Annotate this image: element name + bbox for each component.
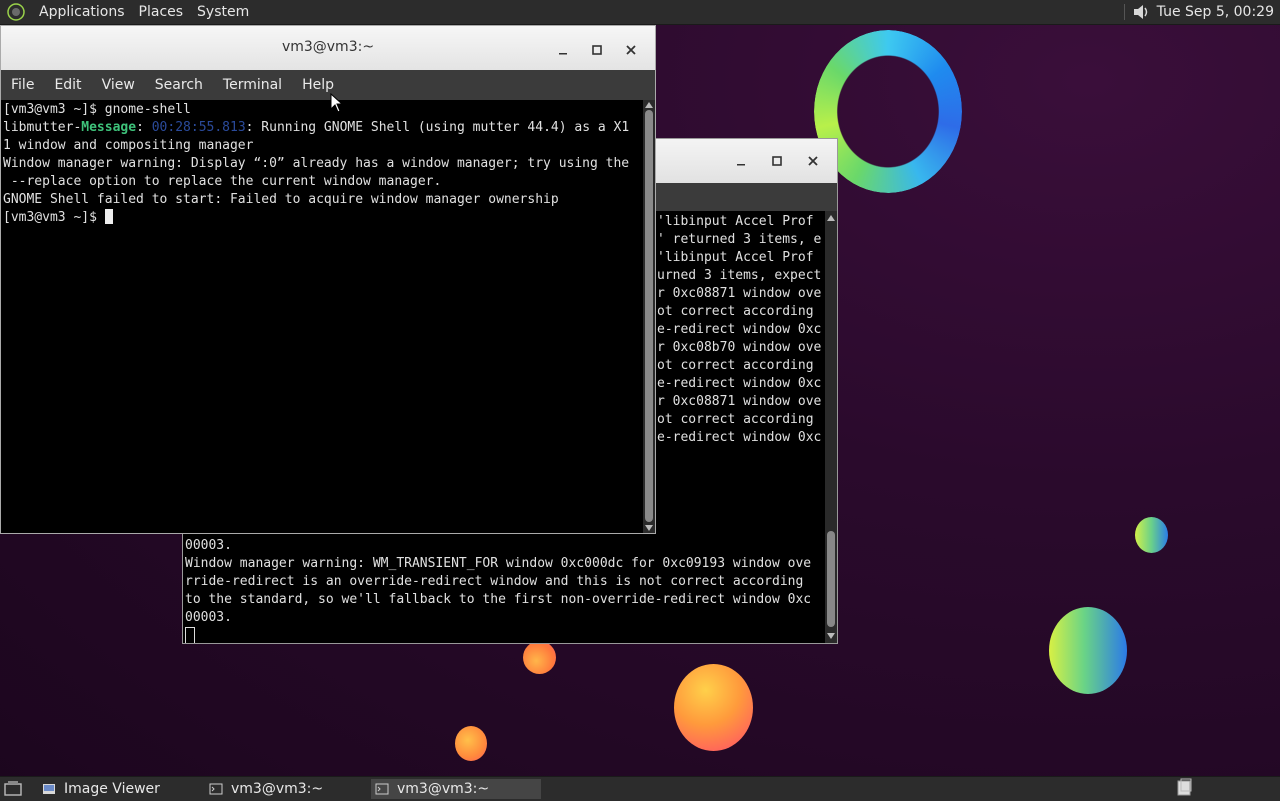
close-button[interactable] [799, 147, 827, 175]
terminal-line: rride-redirect is an override-redirect w… [185, 574, 804, 589]
terminal-line: 'libinput Accel Prof [657, 214, 814, 229]
mouse-pointer-icon [330, 93, 344, 113]
bottom-taskbar: Image Viewer vm3@vm3:~ vm3@vm3:~ [0, 776, 1280, 801]
terminal-line: 00003. [185, 538, 232, 553]
taskbar-item-label: Image Viewer [64, 781, 160, 797]
taskbar-item-label: vm3@vm3:~ [231, 781, 324, 797]
panel-separator [1123, 4, 1125, 20]
terminal-line: GNOME Shell failed to start: Failed to a… [3, 192, 559, 207]
taskbar-item-label: vm3@vm3:~ [397, 781, 490, 797]
gnome-foot-icon[interactable] [6, 2, 26, 22]
scroll-down-icon[interactable] [825, 631, 837, 641]
workspace-switcher-icon[interactable] [1175, 778, 1195, 798]
log-timestamp: 00:28:55.813 [151, 120, 246, 135]
terminal-line: libmutter-Message: 00:28:55.813: Running… [3, 119, 643, 137]
front-terminal-output[interactable]: [vm3@vm3 ~]$ gnome-shell libmutter-Messa… [3, 101, 643, 531]
taskbar-item-image-viewer[interactable]: Image Viewer [38, 779, 202, 799]
menu-terminal[interactable]: Terminal [213, 70, 292, 100]
terminal-line: 00003. [185, 610, 232, 625]
terminal-line: ot correct according [657, 304, 814, 319]
terminal-line: e-redirect window 0xc [657, 376, 822, 391]
menu-edit[interactable]: Edit [44, 70, 91, 100]
log-level: Message [81, 120, 137, 135]
minimize-button[interactable] [549, 36, 577, 64]
scrollbar-thumb[interactable] [645, 110, 653, 522]
scroll-down-icon[interactable] [643, 523, 655, 533]
menu-file[interactable]: File [1, 70, 44, 100]
close-icon [808, 156, 818, 166]
places-menu[interactable]: Places [132, 0, 191, 24]
terminal-icon [375, 783, 389, 795]
back-terminal-scrollbar[interactable] [825, 211, 837, 643]
terminal-line: e-redirect window 0xc [657, 430, 822, 445]
scrollbar-thumb[interactable] [827, 531, 835, 627]
terminal-line: ot correct according [657, 358, 814, 373]
log-sep: : [136, 120, 152, 135]
terminal-line: ot correct according [657, 412, 814, 427]
maximize-button[interactable] [763, 147, 791, 175]
terminal-cursor [185, 627, 195, 643]
applications-menu[interactable]: Applications [32, 0, 132, 24]
terminal-line: --replace option to replace the current … [3, 174, 442, 189]
wallpaper-sphere [1135, 517, 1168, 553]
window-controls [727, 147, 827, 175]
scroll-up-icon[interactable] [643, 100, 655, 110]
menu-view[interactable]: View [92, 70, 145, 100]
top-panel: Applications Places System Tue Sep 5, 00… [0, 0, 1280, 25]
show-desktop-icon[interactable] [2, 779, 24, 799]
terminal-line: ' returned 3 items, e [657, 232, 822, 247]
log-prefix: libmutter- [3, 120, 82, 135]
close-icon [626, 45, 636, 55]
terminal-line: e-redirect window 0xc [657, 322, 822, 337]
panel-menu: Applications Places System [0, 0, 256, 24]
clock[interactable]: Tue Sep 5, 00:29 [1151, 4, 1280, 20]
front-terminal-window[interactable]: vm3@vm3:~ File Edit View Search Terminal… [0, 25, 656, 534]
terminal-icon [209, 783, 223, 795]
maximize-icon [772, 156, 782, 166]
terminal-prompt-line: [vm3@vm3 ~]$ [3, 209, 643, 227]
terminal-line: urned 3 items, expect [657, 268, 822, 283]
front-terminal-menubar: File Edit View Search Terminal Help [1, 70, 655, 100]
minimize-icon [559, 53, 567, 55]
front-terminal-titlebar[interactable]: vm3@vm3:~ [1, 26, 655, 71]
window-controls [549, 36, 645, 64]
close-button[interactable] [617, 36, 645, 64]
log-text: : Running GNOME Shell (using mutter 44.4… [245, 120, 630, 135]
wallpaper-sphere [674, 664, 753, 751]
terminal-cursor [104, 209, 113, 224]
maximize-icon [592, 45, 602, 55]
terminal-line: [vm3@vm3 ~]$ gnome-shell [3, 102, 191, 117]
maximize-button[interactable] [583, 36, 611, 64]
terminal-line: r 0xc08871 window ove [657, 394, 822, 409]
volume-icon[interactable] [1131, 2, 1151, 22]
wallpaper-sphere [523, 641, 556, 674]
wallpaper-sphere [1049, 607, 1127, 694]
image-viewer-icon [43, 784, 55, 794]
terminal-line: to the standard, so we'll fallback to th… [185, 592, 812, 607]
minimize-icon [737, 164, 745, 166]
terminal-line: Window manager warning: Display “:0” alr… [3, 156, 630, 171]
terminal-line: Window manager warning: WM_TRANSIENT_FOR… [185, 556, 812, 571]
terminal-line: 1 window and compositing manager [3, 138, 254, 153]
system-menu[interactable]: System [190, 0, 256, 24]
taskbar-item-terminal[interactable]: vm3@vm3:~ [205, 779, 369, 799]
panel-right: Tue Sep 5, 00:29 [1118, 0, 1280, 24]
scroll-up-icon[interactable] [825, 213, 837, 223]
terminal-line: 'libinput Accel Prof [657, 250, 814, 265]
front-terminal-scrollbar[interactable] [643, 100, 655, 533]
taskbar-item-terminal-active[interactable]: vm3@vm3:~ [371, 779, 541, 799]
terminal-prompt: [vm3@vm3 ~]$ [3, 210, 105, 225]
terminal-line: r 0xc08b70 window ove [657, 340, 822, 355]
minimize-button[interactable] [727, 147, 755, 175]
wallpaper-sphere [455, 726, 487, 761]
menu-search[interactable]: Search [145, 70, 213, 100]
terminal-line: r 0xc08871 window ove [657, 286, 822, 301]
